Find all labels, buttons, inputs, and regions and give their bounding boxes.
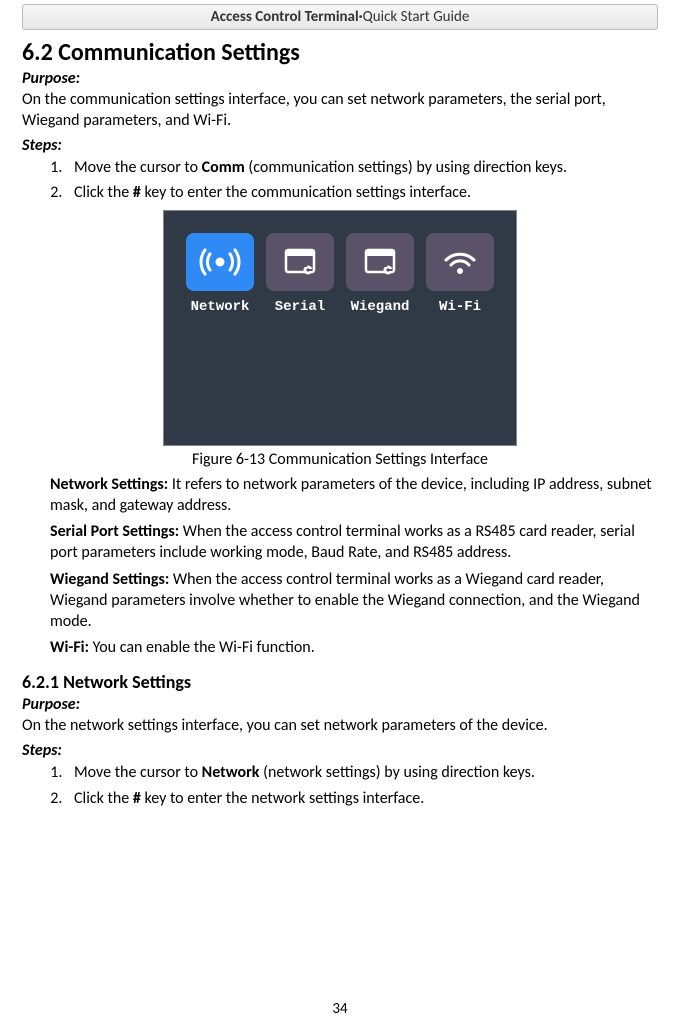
tile-row: Network Serial — [164, 233, 516, 315]
step-text-bold: Comm — [202, 158, 245, 177]
wifi-tile[interactable]: Wi-Fi — [426, 233, 494, 315]
steps-label: Steps: — [22, 136, 658, 155]
step-text-pre: Move the cursor to — [74, 763, 202, 782]
steps-list: Move the cursor to Comm (communication s… — [22, 157, 658, 204]
header-light: Quick Start Guide — [363, 8, 470, 26]
definition-term: Network Settings: — [50, 475, 168, 494]
step-item: Move the cursor to Network (network sett… — [66, 762, 658, 784]
subsection-heading: 6.2.1 Network Settings — [22, 671, 658, 693]
figure-caption-prefix: Figure 6-13 — [192, 450, 265, 469]
sub-steps-label: Steps: — [22, 741, 658, 760]
wifi-icon — [426, 233, 494, 291]
definition-term: Wi-Fi: — [50, 638, 89, 657]
step-text-bold: # — [133, 183, 141, 202]
wiegand-tile[interactable]: Wiegand — [346, 233, 414, 315]
definition-term: Serial Port Settings: — [50, 522, 179, 541]
figure-caption: Figure 6-13 Communication Settings Inter… — [22, 450, 658, 469]
network-tile[interactable]: Network — [186, 233, 254, 315]
definition-term: Wiegand Settings: — [50, 570, 169, 589]
step-text-bold: # — [133, 789, 141, 808]
step-text-post: key to enter the network settings interf… — [141, 789, 424, 808]
definition-item: Wiegand Settings: When the access contro… — [50, 570, 658, 632]
step-text-post: (communication settings) by using direct… — [245, 158, 567, 177]
section-title: Communication Settings — [58, 38, 300, 67]
step-item: Click the # key to enter the network set… — [66, 788, 658, 810]
step-item: Click the # key to enter the communicati… — [66, 182, 658, 204]
wiegand-tile-label: Wiegand — [346, 299, 414, 315]
network-tile-label: Network — [186, 299, 254, 315]
page-header: Access Control Terminal·Quick Start Guid… — [22, 4, 658, 30]
sub-steps-list: Move the cursor to Network (network sett… — [22, 762, 658, 809]
purpose-text: On the communication settings interface,… — [22, 90, 658, 132]
step-text-bold: Network — [202, 763, 260, 782]
device-screenshot: Network Serial — [163, 210, 517, 446]
page-number: 34 — [0, 1000, 680, 1018]
sub-purpose-label: Purpose: — [22, 695, 658, 714]
step-text-post: key to enter the communication settings … — [141, 183, 471, 202]
step-text-pre: Click the — [74, 183, 133, 202]
section-number: 6.2 — [22, 38, 53, 67]
section-heading: 6.2 Communication Settings — [22, 38, 658, 67]
figure-caption-text: Communication Settings Interface — [269, 450, 488, 469]
definition-item: Wi-Fi: You can enable the Wi-Fi function… — [50, 638, 658, 659]
definitions: Network Settings: It refers to network p… — [50, 475, 658, 659]
wiegand-icon — [346, 233, 414, 291]
step-text-pre: Click the — [74, 789, 133, 808]
subsection-title: Network Settings — [63, 671, 191, 693]
definition-item: Network Settings: It refers to network p… — [50, 475, 658, 517]
definition-item: Serial Port Settings: When the access co… — [50, 522, 658, 564]
wifi-tile-label: Wi-Fi — [426, 299, 494, 315]
sub-purpose-text: On the network settings interface, you c… — [22, 716, 658, 737]
definition-text: You can enable the Wi-Fi function. — [89, 638, 315, 657]
serial-tile-label: Serial — [266, 299, 334, 315]
network-icon — [186, 233, 254, 291]
purpose-label: Purpose: — [22, 69, 658, 88]
serial-icon — [266, 233, 334, 291]
step-item: Move the cursor to Comm (communication s… — [66, 157, 658, 179]
header-bold: Access Control Terminal — [211, 8, 359, 26]
step-text-pre: Move the cursor to — [74, 158, 202, 177]
step-text-post: (network settings) by using direction ke… — [259, 763, 534, 782]
serial-tile[interactable]: Serial — [266, 233, 334, 315]
subsection-number: 6.2.1 — [22, 671, 59, 693]
